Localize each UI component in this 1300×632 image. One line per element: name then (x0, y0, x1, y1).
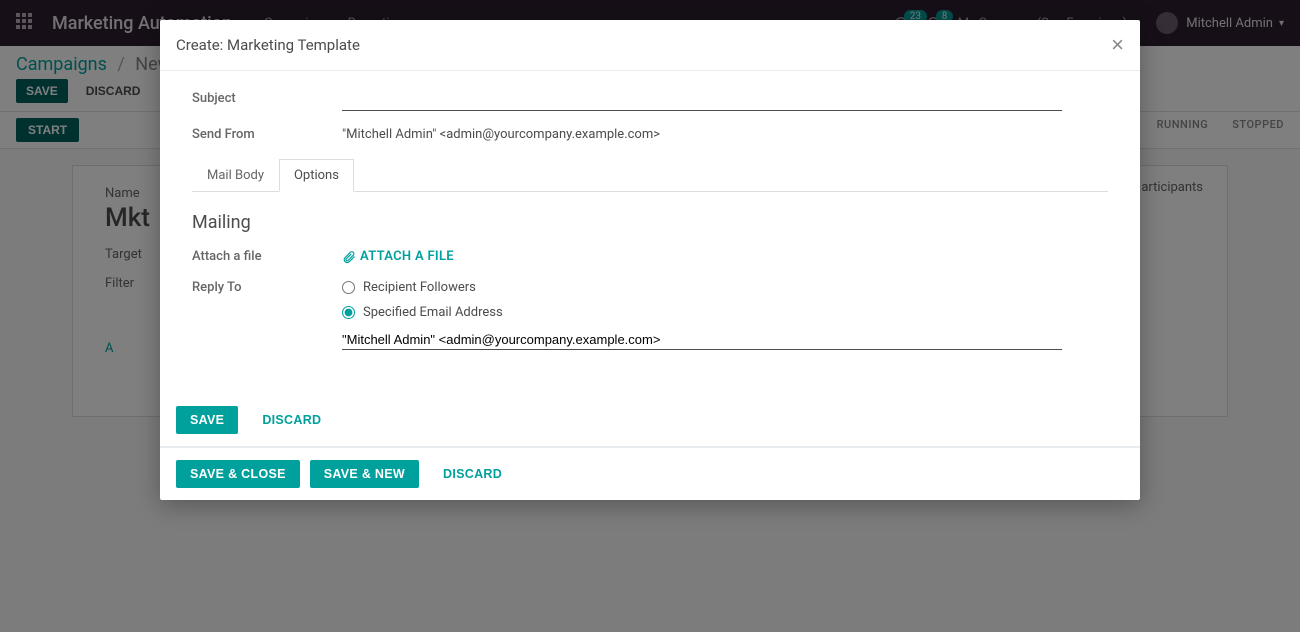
modal-actions-bottom: SAVE & CLOSE SAVE & NEW DISCARD (160, 447, 1140, 500)
section-mailing: Mailing (192, 212, 1108, 233)
reply-radio-followers[interactable] (342, 281, 355, 294)
modal-body: Subject Send From "Mitchell Admin" <admi… (160, 71, 1140, 394)
modal-tabs: Mail Body Options (192, 158, 1108, 192)
reply-radio-specified[interactable] (342, 306, 355, 319)
save-close-button[interactable]: SAVE & CLOSE (176, 460, 300, 488)
modal-create-marketing-template: Create: Marketing Template × Subject Sen… (160, 20, 1140, 500)
modal-title: Create: Marketing Template (176, 36, 360, 54)
attach-file-button[interactable]: ATTACH A FILE (342, 249, 1108, 264)
modal-discard-button[interactable]: DISCARD (248, 406, 335, 434)
attach-file-link-text: ATTACH A FILE (360, 249, 454, 264)
attach-file-label: Attach a file (192, 249, 342, 264)
tab-options[interactable]: Options (279, 159, 354, 192)
close-icon[interactable]: × (1111, 34, 1124, 56)
reply-to-label: Reply To (192, 280, 342, 295)
reply-followers-text: Recipient Followers (363, 280, 476, 295)
sendfrom-value: "Mitchell Admin" <admin@yourcompany.exam… (342, 127, 1108, 142)
modal-header: Create: Marketing Template × (160, 20, 1140, 71)
reply-specified-text: Specified Email Address (363, 305, 503, 320)
save-new-button[interactable]: SAVE & NEW (310, 460, 419, 488)
subject-label: Subject (192, 91, 342, 106)
tab-mail-body[interactable]: Mail Body (192, 159, 279, 192)
paperclip-icon (342, 250, 356, 264)
reply-option-specified[interactable]: Specified Email Address (342, 305, 1108, 320)
modal-backdrop: Create: Marketing Template × Subject Sen… (0, 0, 1300, 632)
sendfrom-label: Send From (192, 127, 342, 142)
reply-to-input[interactable] (342, 330, 1062, 350)
modal-save-button[interactable]: SAVE (176, 406, 238, 434)
modal-actions-top: SAVE DISCARD (160, 394, 1140, 447)
reply-option-followers[interactable]: Recipient Followers (342, 280, 1108, 295)
modal-discard-button-2[interactable]: DISCARD (429, 460, 516, 488)
subject-input[interactable] (342, 91, 1062, 111)
